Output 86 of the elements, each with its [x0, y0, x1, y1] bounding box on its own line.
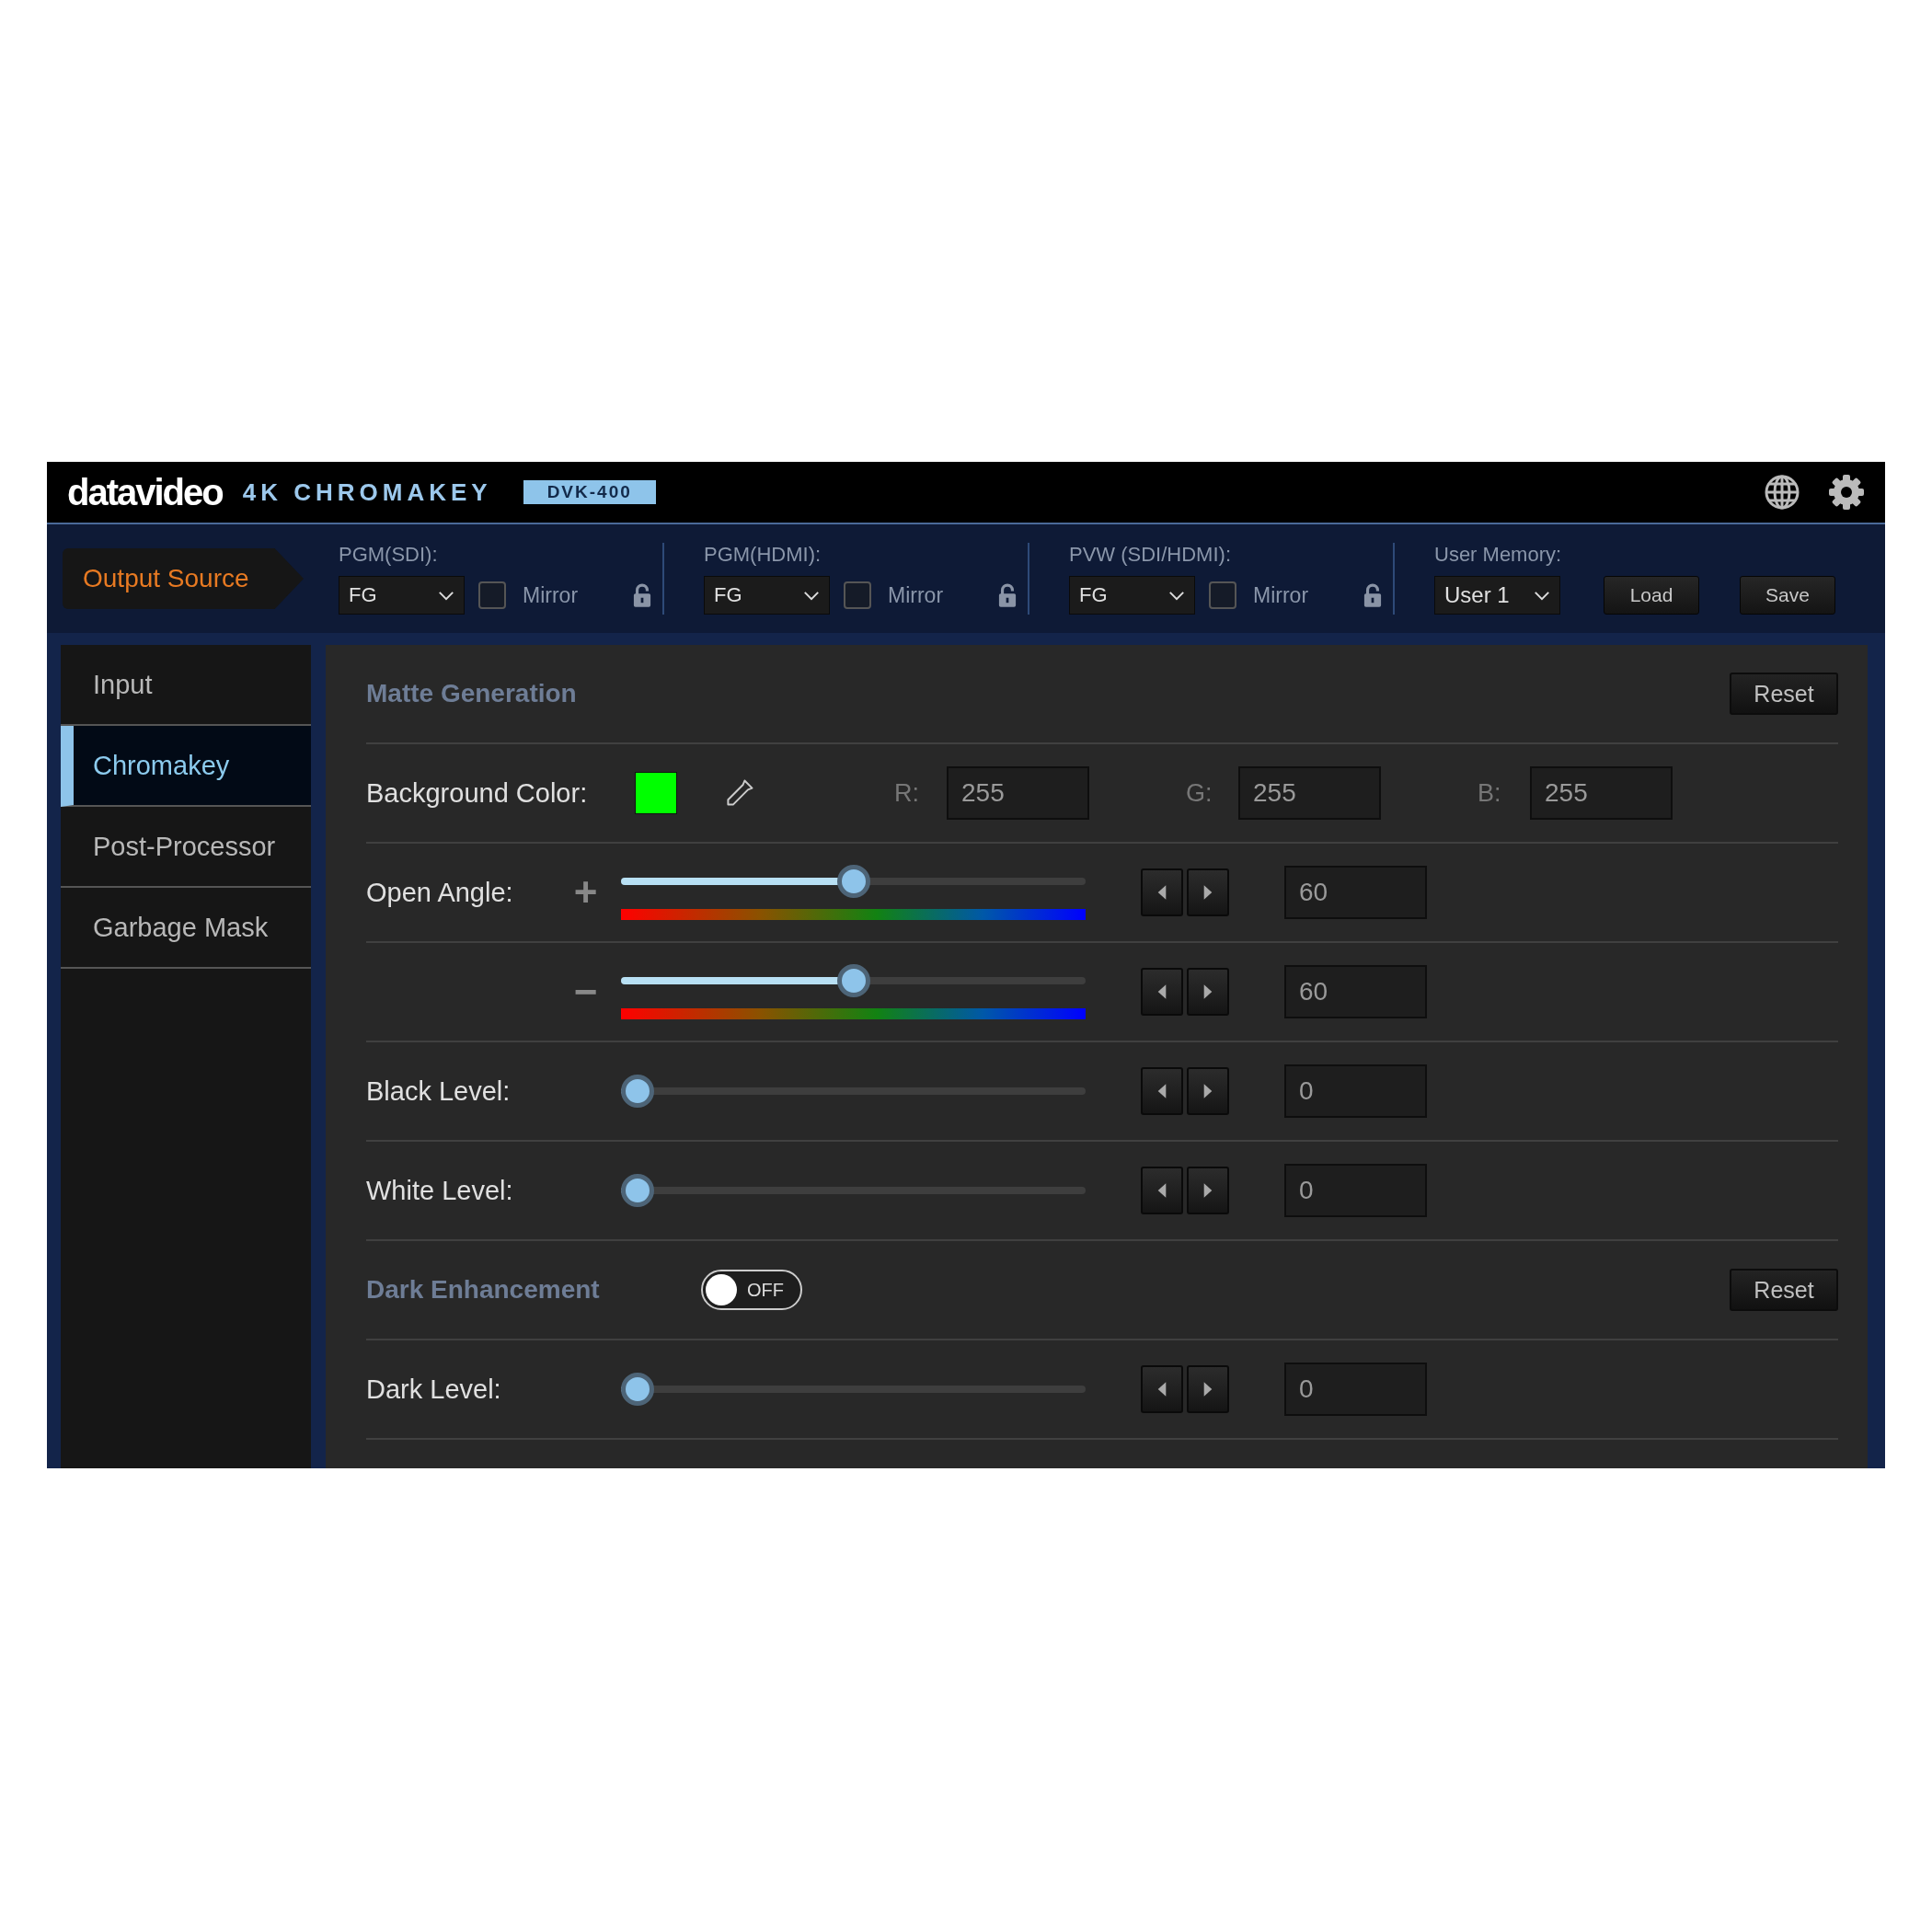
memory-button[interactable]: Load [1604, 576, 1699, 615]
mirror-label: Mirror [888, 582, 944, 608]
decrement-button[interactable] [1141, 868, 1183, 916]
increment-button[interactable] [1187, 868, 1229, 916]
value-field[interactable]: 255 [947, 766, 1089, 820]
row-label: White Level: [366, 1175, 514, 1206]
sign-symbol: − [573, 972, 598, 1012]
source-dropdown[interactable]: FG [339, 576, 465, 615]
source-dropdown[interactable]: FG [704, 576, 830, 615]
slider[interactable] [621, 1075, 1086, 1108]
decrement-button[interactable] [1141, 1067, 1183, 1115]
row-label: Background Color: [366, 777, 589, 809]
slider[interactable] [621, 1174, 1086, 1207]
right-triangle-icon [1202, 1083, 1213, 1099]
row-label: Open Angle: [366, 877, 514, 908]
mirror-label: Mirror [523, 582, 579, 608]
padlock-icon[interactable] [1363, 582, 1382, 608]
decrement-button[interactable] [1141, 1167, 1183, 1214]
channel-label: G: [1186, 778, 1213, 808]
chevron-icon [803, 590, 820, 601]
settings-icon[interactable] [1828, 474, 1865, 511]
chevron-icon [1168, 590, 1185, 601]
increment-button[interactable] [1187, 968, 1229, 1016]
right-triangle-icon [1202, 884, 1213, 901]
value-field[interactable]: 255 [1238, 766, 1381, 820]
decrement-button[interactable] [1141, 1365, 1183, 1413]
left-triangle-icon [1156, 983, 1167, 1000]
padlock-icon[interactable] [633, 582, 651, 608]
left-triangle-icon [1156, 884, 1167, 901]
slider-thumb[interactable] [621, 1174, 654, 1207]
brand-logo: datavideo [67, 471, 223, 513]
model-badge: DVK-400 [523, 480, 656, 504]
slider[interactable] [621, 1373, 1086, 1406]
slider[interactable] [621, 865, 1086, 898]
section-title: Dark Enhancement [366, 1275, 601, 1305]
sidebar-item[interactable]: Post-Processor [61, 807, 311, 888]
memory-button[interactable]: Save [1740, 576, 1835, 615]
sign-symbol: + [573, 872, 598, 913]
value-field[interactable]: 60 [1284, 866, 1427, 919]
increment-button[interactable] [1187, 1067, 1229, 1115]
memory-dropdown[interactable]: User 1 [1434, 576, 1560, 615]
right-triangle-icon [1202, 1182, 1213, 1199]
mirror-checkbox[interactable] [478, 581, 506, 609]
left-triangle-icon [1156, 1182, 1167, 1199]
padlock-icon[interactable] [998, 582, 1017, 608]
slider-thumb[interactable] [621, 1075, 654, 1108]
toggle-switch[interactable]: OFF [701, 1270, 802, 1310]
section-title: Matte Generation [366, 679, 578, 708]
mirror-label: Mirror [1253, 582, 1309, 608]
source-dropdown[interactable]: FG [1069, 576, 1195, 615]
increment-button[interactable] [1187, 1167, 1229, 1214]
color-swatch[interactable] [635, 772, 677, 814]
slider[interactable] [621, 964, 1086, 997]
value-field[interactable]: 0 [1284, 1363, 1427, 1416]
output-label: PGM(SDI): [339, 543, 439, 567]
row-label: Black Level: [366, 1075, 512, 1107]
slider-thumb[interactable] [621, 1373, 654, 1406]
globe-icon[interactable] [1764, 474, 1800, 511]
value-field[interactable]: 0 [1284, 1164, 1427, 1217]
chevron-icon [1534, 590, 1550, 601]
channel-label: B: [1478, 778, 1502, 808]
product-name: 4K CHROMAKEY [242, 477, 492, 507]
mirror-checkbox[interactable] [1209, 581, 1236, 609]
right-triangle-icon [1202, 1381, 1213, 1397]
channel-label: R: [894, 778, 920, 808]
section-tag: Output Source [63, 548, 304, 609]
chevron-icon [438, 590, 454, 601]
left-triangle-icon [1156, 1381, 1167, 1397]
value-field[interactable]: 255 [1530, 766, 1673, 820]
slider-thumb[interactable] [836, 964, 870, 997]
sidebar-item[interactable]: Garbage Mask [61, 888, 311, 969]
sidebar-item[interactable]: Chromakey [61, 726, 311, 807]
value-field[interactable]: 0 [1284, 1064, 1427, 1118]
output-label: PVW (SDI/HDMI): [1069, 543, 1232, 567]
memory-label: User Memory: [1434, 543, 1563, 567]
left-triangle-icon [1156, 1083, 1167, 1099]
mirror-checkbox[interactable] [844, 581, 871, 609]
increment-button[interactable] [1187, 1365, 1229, 1413]
decrement-button[interactable] [1141, 968, 1183, 1016]
reset-button[interactable]: Reset [1730, 1269, 1838, 1311]
slider-thumb[interactable] [836, 865, 870, 898]
right-triangle-icon [1202, 983, 1213, 1000]
reset-button[interactable]: Reset [1730, 673, 1838, 715]
row-label: Dark Level: [366, 1374, 502, 1405]
output-label: PGM(HDMI): [704, 543, 822, 567]
value-field[interactable]: 60 [1284, 965, 1427, 1018]
